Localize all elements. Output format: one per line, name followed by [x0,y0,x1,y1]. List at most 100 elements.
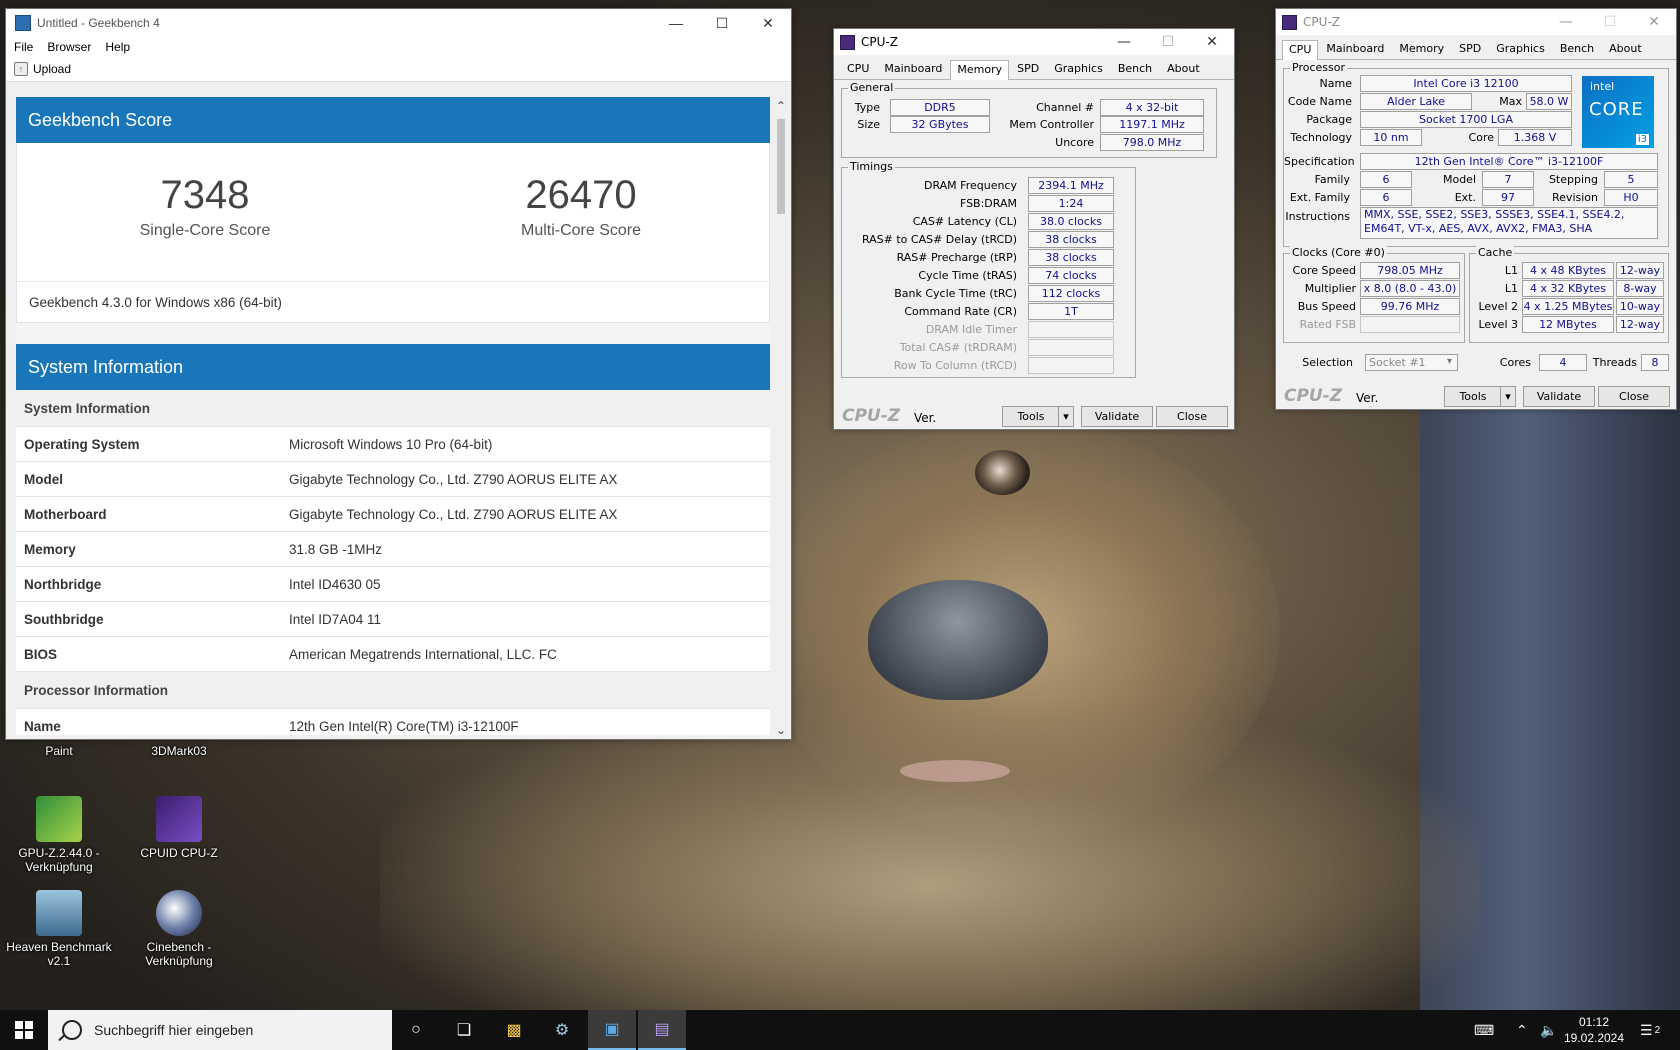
taskbar-search-box[interactable]: Suchbegriff hier eingeben [48,1010,392,1050]
field-label: Stepping [1548,173,1598,186]
menu-help[interactable]: Help [105,40,130,54]
file-explorer-icon[interactable]: ▩ [490,1010,538,1050]
validate-button[interactable]: Validate [1523,386,1595,407]
wallpaper-dog-mouth [900,760,1010,782]
tab-spd[interactable]: SPD [1010,59,1046,79]
group-legend: Clocks (Core #0) [1290,246,1387,259]
notification-center-icon[interactable]: ☰ 2 [1640,1010,1660,1050]
cpuz-logo: CPU-Z [842,406,901,426]
desktop-icon-label: Heaven Benchmark v2.1 [6,940,112,968]
cache-way: 12-way [1616,316,1664,333]
minimize-button[interactable]: — [653,9,699,37]
tab-cpu[interactable]: CPU [1282,40,1319,60]
field-label: Family [1314,173,1350,186]
tools-button[interactable]: Tools [1002,406,1060,427]
desktop-icon-paint[interactable]: Paint [4,744,114,758]
timing-label: CAS# Latency (CL) [912,215,1017,228]
cache-label: Level 2 [1478,300,1518,313]
cinebench-icon [156,890,202,936]
geekbench-window: Untitled - Geekbench 4 — ☐ ✕ File Browse… [5,8,792,740]
tab-memory[interactable]: Memory [950,60,1010,80]
vertical-scrollbar[interactable]: ⌃ ⌄ [773,99,789,739]
geekbench-titlebar[interactable]: Untitled - Geekbench 4 — ☐ ✕ [6,9,791,37]
task-view-icon[interactable]: ❏ [440,1010,488,1050]
menu-browser[interactable]: Browser [47,40,91,54]
scroll-down-icon[interactable]: ⌄ [773,723,789,739]
desktop-icon-cpuz[interactable]: CPUID CPU-Z [124,796,234,860]
timing-value: 38.0 clocks [1028,213,1114,230]
menu-file[interactable]: File [14,40,33,54]
tab-mainboard[interactable]: Mainboard [1319,39,1391,59]
tab-bench[interactable]: Bench [1553,39,1601,59]
system-clock[interactable]: 01:12 19.02.2024 [1558,1014,1630,1046]
desktop-icon-heaven[interactable]: Heaven Benchmark v2.1 [4,890,114,968]
gpuz-icon [36,796,82,842]
tab-mainboard[interactable]: Mainboard [877,59,949,79]
timing-label: Row To Column (tRCD) [893,359,1017,372]
desktop-icon-cinebench[interactable]: Cinebench - Verknüpfung [124,890,234,968]
desktop-icon-3dmark03[interactable]: 3DMark03 [124,744,234,758]
row-value: American Megatrends International, LLC. … [289,646,557,662]
desktop-icon-label: CPUID CPU-Z [140,846,218,860]
tab-about[interactable]: About [1160,59,1207,79]
cpuz-taskbar-icon[interactable]: ▤ [638,1010,686,1050]
tab-memory[interactable]: Memory [1392,39,1451,59]
tools-dropdown-arrow-icon[interactable]: ▾ [1500,386,1516,407]
maximize-button[interactable]: ☐ [699,9,745,37]
geekbench-results[interactable]: Geekbench Score 7348 Single-Core Score 2… [16,97,770,735]
close-button[interactable]: ✕ [1632,14,1676,30]
tools-dropdown-arrow-icon[interactable]: ▾ [1058,406,1074,427]
row-value: 12th Gen Intel(R) Core(TM) i3-12100F [289,718,519,734]
show-hidden-icons-icon[interactable]: ⌃ [1516,1010,1528,1050]
close-window-button[interactable]: Close [1156,406,1228,427]
chevron-down-icon[interactable]: ▾ [1447,356,1452,367]
version-label: Ver. [914,411,937,425]
table-row: Model Gigabyte Technology Co., Ltd. Z790 … [16,462,770,497]
field-label: Size [857,118,880,131]
keyboard-icon[interactable]: ⌨ [1474,1010,1494,1050]
row-value: 31.8 GB -1MHz [289,541,383,557]
maximize-button[interactable]: ☐ [1146,34,1190,50]
tab-bench[interactable]: Bench [1111,59,1159,79]
model-field: 7 [1482,171,1534,188]
desktop-icon-label: GPU-Z.2.44.0 - Verknüpfung [18,846,100,874]
tab-cpu[interactable]: CPU [840,59,876,79]
gpu-tool-taskbar-icon[interactable]: ⚙ [538,1010,586,1050]
family-field: 6 [1360,171,1412,188]
start-button[interactable] [0,1010,48,1050]
field-label: Revision [1552,191,1598,204]
multi-core-value: 26470 [525,173,637,217]
cortana-icon[interactable]: ○ [392,1010,440,1050]
close-window-button[interactable]: Close [1598,386,1670,407]
volume-muted-icon[interactable]: 🔈 [1540,1010,1557,1050]
cpuz-footer: CPU-Z Ver. Tools ▾ Validate Close [1276,383,1676,409]
intel-core-i3-logo: intel CORE i3 [1582,76,1654,148]
cpuz-titlebar[interactable]: CPU-Z — ☐ ✕ [1276,9,1676,35]
tab-graphics[interactable]: Graphics [1047,59,1110,79]
field-label: Multiplier [1304,282,1356,295]
tools-button[interactable]: Tools [1444,386,1502,407]
threads-field: 8 [1641,354,1669,371]
scroll-thumb[interactable] [777,119,785,214]
tab-graphics[interactable]: Graphics [1489,39,1552,59]
geekbench-taskbar-icon[interactable]: ▣ [588,1010,636,1050]
maximize-button[interactable]: ☐ [1588,14,1632,30]
cpuz-titlebar[interactable]: CPU-Z — ☐ ✕ [834,29,1234,55]
row-key: Operating System [24,436,140,452]
upload-button[interactable]: Upload [33,62,71,76]
tab-about[interactable]: About [1602,39,1649,59]
cache-label: Level 3 [1478,318,1518,331]
scroll-up-icon[interactable]: ⌃ [773,99,789,115]
tab-spd[interactable]: SPD [1452,39,1488,59]
field-label: Selection [1302,356,1353,369]
close-button[interactable]: ✕ [1190,34,1234,50]
socket-select[interactable]: Socket #1 [1365,354,1458,371]
minimize-button[interactable]: — [1102,34,1146,50]
wallpaper-dog-eye [975,450,1030,495]
validate-button[interactable]: Validate [1081,406,1153,427]
desktop-icon-gpuz[interactable]: GPU-Z.2.44.0 - Verknüpfung [4,796,114,874]
row-key: Name [24,718,61,734]
table-row: Memory 31.8 GB -1MHz [16,532,770,567]
close-button[interactable]: ✕ [745,9,791,37]
minimize-button[interactable]: — [1544,14,1588,30]
